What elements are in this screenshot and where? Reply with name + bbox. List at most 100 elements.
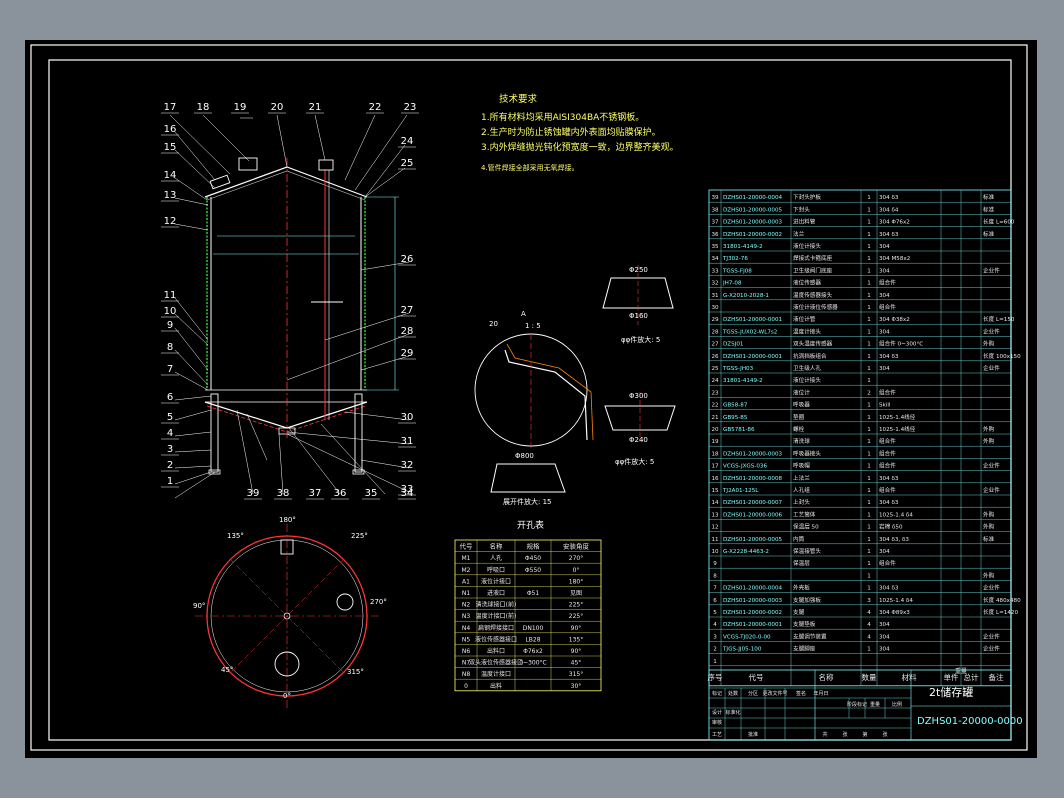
- parts-cell: 36: [711, 232, 719, 238]
- item-balloon: 4: [161, 428, 179, 440]
- parts-cell: 1: [867, 451, 871, 457]
- parts-cell: 13: [711, 512, 719, 518]
- parts-cell: 304 δ3: [879, 232, 899, 238]
- detail-a-view: A 1 : 5 20: [474, 310, 594, 450]
- parts-cell: 39: [711, 195, 719, 201]
- parts-cell: 304 Φ38x2: [879, 317, 910, 323]
- hole-table-cell: 呼吸口: [487, 567, 505, 574]
- ring-dim: Φ800: [515, 452, 534, 460]
- balloon-number: 39: [247, 488, 260, 499]
- item-balloon: 16: [161, 124, 179, 136]
- parts-cell: 组合件: [879, 462, 896, 470]
- parts-cell: 呼吸帽: [793, 462, 810, 470]
- parts-cell: 304: [879, 293, 890, 299]
- balloon-number: 27: [401, 305, 414, 316]
- parts-cell: 人孔组: [793, 486, 810, 494]
- item-balloon: 35: [362, 488, 380, 500]
- parts-cell: 1: [867, 342, 871, 348]
- item-balloon: 32: [398, 460, 416, 472]
- balloon-number: 38: [277, 488, 290, 499]
- cone-1-top: Φ250: [629, 266, 648, 274]
- parts-cell: 法兰: [793, 230, 805, 238]
- parts-cell: 304 δ3: [879, 354, 899, 360]
- cleaning-nozzle: [209, 174, 231, 190]
- parts-cell: 1: [867, 378, 871, 384]
- parts-header: 名称: [819, 672, 834, 682]
- parts-cell: 12: [711, 525, 718, 531]
- parts-cell: 1: [867, 439, 871, 445]
- parts-cell: 1: [867, 512, 871, 518]
- hole-table-cell: 270°: [569, 555, 583, 562]
- parts-cell: 35: [711, 244, 719, 250]
- hole-table-cell: LB28: [525, 636, 540, 643]
- hole-table-cell: 0°: [573, 567, 580, 574]
- tech-title: 技术要求: [499, 93, 538, 105]
- parts-cell: 24: [711, 378, 719, 384]
- balloon-number: 1: [167, 476, 173, 487]
- title-block-label: 批准: [748, 731, 758, 738]
- parts-cell: GB58-87: [723, 403, 748, 409]
- cone-2-top: Φ300: [629, 392, 648, 400]
- parts-header: 代号: [749, 672, 764, 682]
- hole-table-header: 名称: [490, 542, 504, 551]
- parts-cell: DZHS01-20000-0002: [723, 610, 782, 616]
- parts-cell: 组合件: [879, 486, 896, 494]
- parts-cell: DZHS01-20000-0006: [723, 512, 783, 518]
- parts-cell: DZHS01-20000-0002: [723, 232, 782, 238]
- top-head-inner: [206, 170, 366, 201]
- parts-cell: 组合件: [879, 388, 896, 396]
- cone-detail-1: Φ250 Φ160 φφ件放大: 5: [602, 265, 674, 344]
- hole-table-cell: 45°: [571, 660, 582, 667]
- parts-cell: Skill: [879, 403, 891, 409]
- plan-nozzle-270: [336, 593, 354, 611]
- hole-table-cell: Φ550: [525, 567, 541, 574]
- balloon-number: 35: [365, 488, 378, 499]
- hole-table-cell: 135°: [569, 636, 583, 643]
- hole-table-cell: 液位计接口: [481, 577, 511, 585]
- parts-cell: TJ2A01-125L: [722, 488, 759, 494]
- parts-cell: 1: [867, 586, 871, 592]
- parts-cell: 双头温度传感器: [793, 340, 833, 348]
- balloon-number: 11: [164, 290, 177, 301]
- parts-cell: 组合件: [879, 449, 896, 457]
- parts-cell: VCGS-TJ020-0-00: [723, 634, 771, 640]
- drawing-number: DZHS01-20000-0000: [917, 716, 1023, 727]
- balloon-number: 28: [401, 326, 414, 337]
- parts-cell: 1: [867, 366, 871, 372]
- parts-cell: 11: [711, 537, 719, 543]
- hole-table-cell: N3: [462, 613, 470, 620]
- hole-table-cell: 0: [464, 683, 468, 690]
- leader-lines: [169, 114, 410, 499]
- item-balloon: 23: [401, 102, 419, 114]
- hole-table-cell: 人孔: [490, 554, 502, 562]
- balloon-number: 12: [164, 216, 177, 227]
- parts-cell: 1025-1.4线径: [879, 425, 916, 433]
- parts-cell: 28: [711, 329, 719, 335]
- hole-table-cell: 液位传感器接口: [475, 635, 517, 643]
- balloon-number: 30: [401, 412, 414, 423]
- balloon-number: 21: [309, 102, 322, 113]
- angle-90: 90°: [193, 602, 205, 610]
- parts-cell: 螺栓: [793, 425, 805, 433]
- hole-table-cell: N4: [462, 625, 470, 632]
- tech-line-2: 2.生产时为防止锈蚀罐内外表面均贴膜保护。: [481, 126, 661, 138]
- parts-cell: 1: [867, 317, 871, 323]
- title-block-label: 重量: [870, 701, 880, 708]
- item-balloon: 27: [398, 305, 416, 317]
- parts-cell: 31801-4149-2: [723, 378, 763, 384]
- parts-cell: 液位传感器: [793, 279, 821, 287]
- parts-cell: 1: [867, 256, 871, 262]
- parts-cell: 1: [867, 427, 871, 433]
- detail-a-profile: [504, 349, 588, 441]
- item-balloon: 21: [306, 102, 324, 114]
- parts-cell: 保温层: [793, 559, 810, 567]
- title-block-label: 工艺: [712, 732, 722, 738]
- technical-requirements: 技术要求 1.所有材料均采用AISI304BA不锈钢板。 2.生产时为防止锈蚀罐…: [481, 93, 679, 172]
- parts-cell: TJGS-JJ05-100: [722, 647, 762, 653]
- parts-cell: 31: [711, 293, 719, 299]
- title-block-label: 标记: [712, 690, 722, 697]
- hole-table-cell: N1: [462, 590, 470, 597]
- item-balloon: 22: [366, 102, 384, 114]
- parts-cell: DZHS01-20000-0003: [723, 220, 783, 226]
- parts-cell: 1: [867, 561, 871, 567]
